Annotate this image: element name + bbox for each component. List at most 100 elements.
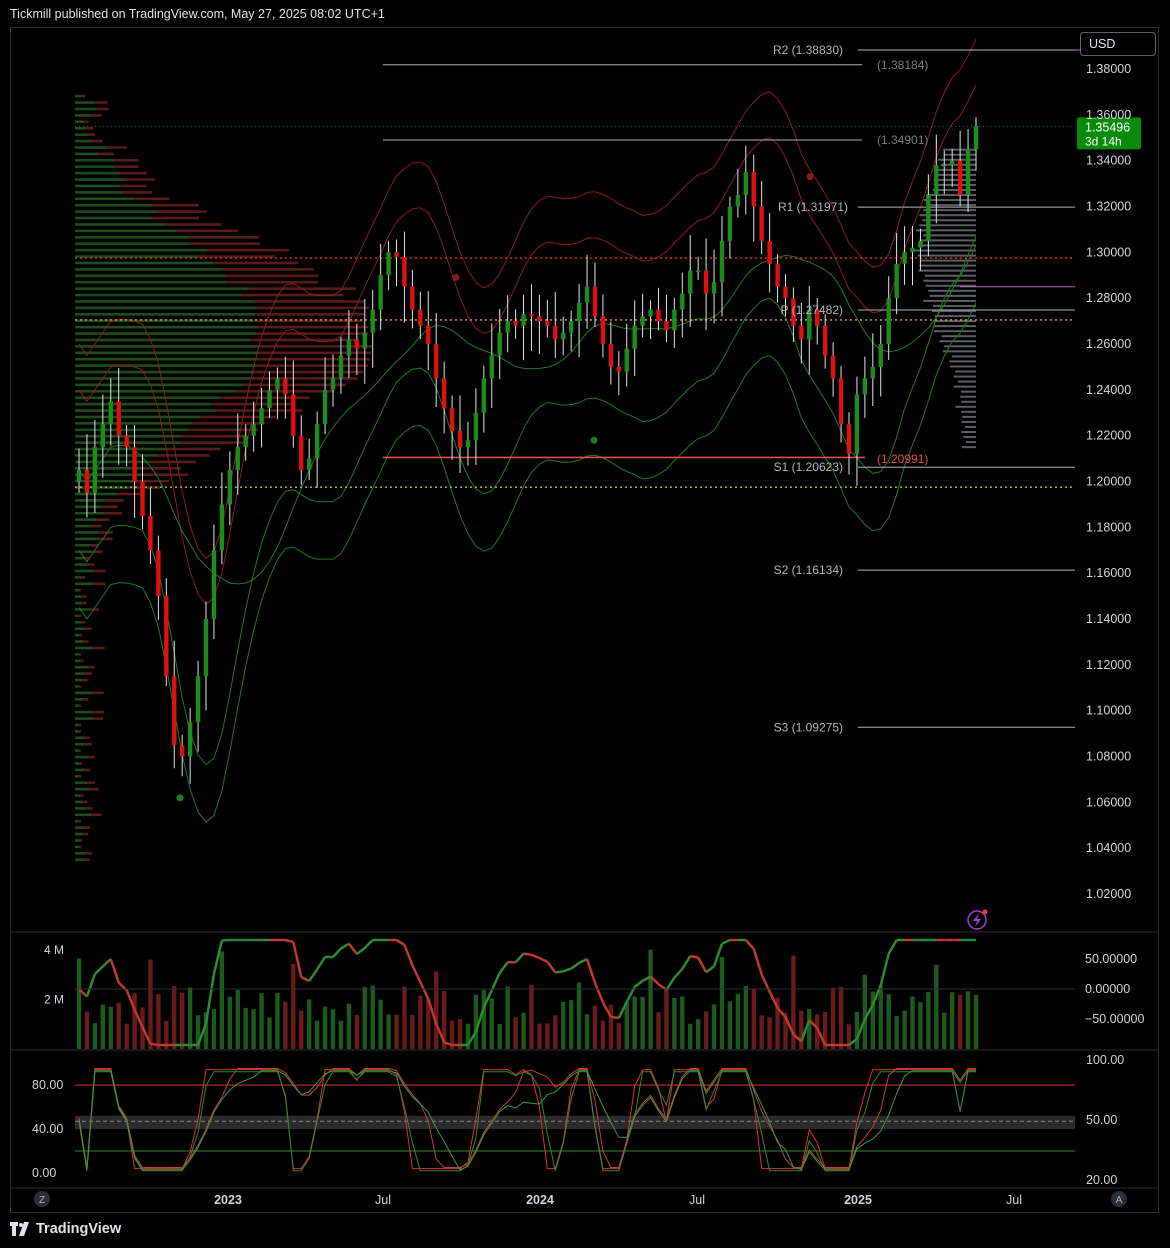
candle-up — [370, 309, 375, 333]
price-tick-label: 1.20000 — [1086, 475, 1131, 489]
profile-bar-up — [75, 499, 106, 502]
profile-bar-up — [75, 730, 79, 733]
pivot-s1-label: S1 (1.20623) — [774, 460, 843, 474]
volume-bar — [100, 1004, 105, 1049]
volume-bar — [568, 1000, 574, 1049]
candle-down — [799, 325, 804, 340]
candle-up — [632, 325, 637, 349]
candle-down — [957, 160, 963, 196]
profile-bar-up — [75, 152, 100, 156]
profile-bar-down — [257, 357, 370, 361]
profile-bar-recent — [953, 375, 976, 378]
pivot-prev-r1-label: (1.34901) — [877, 133, 928, 147]
profile-bar-up — [75, 345, 260, 348]
momentum-line-segment — [578, 957, 588, 965]
profile-bar-down — [92, 717, 104, 720]
profile-bar-down — [216, 409, 303, 412]
profile-bar-down — [78, 614, 81, 618]
volume-bar — [632, 996, 637, 1049]
footer-brand-text: TradingView — [36, 1221, 122, 1237]
profile-bar-up — [75, 640, 84, 643]
candle-down — [394, 252, 399, 257]
momentum-line-segment — [109, 958, 120, 984]
candle-down — [703, 270, 709, 294]
price-tick-label: 1.10000 — [1086, 704, 1131, 718]
volume-bar — [386, 1014, 391, 1049]
currency-selector[interactable]: USD — [1080, 32, 1156, 56]
momentum-line-segment — [705, 965, 715, 974]
volume-bar — [370, 985, 375, 1049]
lower-band-inner — [78, 245, 977, 766]
volume-bar — [553, 1015, 558, 1049]
candle-up — [680, 293, 685, 310]
profile-bar-up — [75, 588, 79, 592]
profile-bar-up — [75, 191, 123, 194]
stoch-right-tick: 100.00 — [1086, 1053, 1124, 1067]
profile-bar-down — [84, 826, 91, 829]
profile-bar-up — [75, 608, 90, 611]
momentum-line-segment — [332, 947, 342, 958]
volume-tick-label: 4 M — [44, 943, 64, 957]
profile-bar-recent — [961, 410, 976, 413]
profile-bar-down — [189, 242, 260, 246]
candle-up — [251, 424, 256, 436]
profile-bar-up — [75, 601, 83, 605]
price-tick-label: 1.26000 — [1086, 337, 1131, 351]
profile-bar-down — [124, 178, 155, 181]
volume-bar — [92, 1023, 98, 1049]
profile-bar-down — [78, 653, 81, 656]
profile-bar-up — [75, 685, 79, 688]
momentum-line-segment — [887, 939, 898, 955]
profile-bar-up — [75, 691, 93, 695]
pivot-prev-r2-label: (1.38184) — [877, 58, 928, 72]
volume-bar — [267, 1017, 272, 1049]
momentum-line-segment — [356, 947, 366, 955]
candle-up — [918, 240, 923, 248]
profile-bar-down — [79, 762, 83, 765]
profile-bar-down — [85, 807, 93, 810]
candle-up — [227, 470, 233, 505]
candle-up — [330, 378, 336, 390]
profile-bar-down — [93, 710, 105, 714]
momentum-line-segment — [697, 956, 708, 973]
momentum-line-segment — [490, 972, 501, 991]
footer-brand[interactable]: TradingView — [10, 1221, 121, 1237]
profile-bar-up — [75, 582, 94, 586]
profile-bar-up — [75, 165, 115, 169]
profile-bar-down — [79, 839, 83, 842]
volume-tick-label: 2 M — [44, 993, 64, 1007]
momentum-line-segment — [690, 954, 699, 959]
profile-bar-recent — [960, 395, 976, 398]
volume-bar — [965, 991, 971, 1049]
profile-bar-recent — [951, 355, 976, 358]
chart-canvas[interactable]: R2 (1.38830) R1 (1.31971) P (1.27482) S1 (1… — [0, 0, 1170, 1248]
volume-bar — [434, 971, 439, 1049]
profile-bar-up — [75, 595, 83, 598]
profile-bar-down — [84, 858, 90, 862]
volume-bar — [799, 1010, 804, 1049]
candle-up — [314, 424, 320, 459]
profile-bar-down — [165, 223, 222, 226]
profile-bar-down — [96, 518, 110, 521]
profile-bar-down — [80, 794, 84, 797]
profile-bar-down — [256, 325, 369, 329]
profile-bar-up — [75, 819, 79, 823]
profile-bar-recent — [913, 249, 976, 252]
profile-bar-up — [75, 698, 84, 701]
volume-bar — [830, 987, 836, 1049]
candle-up — [640, 316, 645, 326]
alert-dot — [982, 909, 988, 915]
candle-down — [775, 263, 780, 287]
signal-dot-red — [806, 173, 814, 181]
volume-bar — [211, 1008, 217, 1049]
profile-bar-down — [93, 582, 106, 586]
profile-bar-up — [75, 325, 257, 329]
candle-up — [973, 126, 979, 150]
volume-bar — [561, 1001, 566, 1049]
price-tick-label: 1.14000 — [1086, 612, 1131, 626]
profile-bar-down — [140, 467, 181, 470]
profile-bar-down — [92, 139, 103, 143]
profile-bar-down — [86, 126, 94, 130]
profile-bar-down — [99, 152, 114, 156]
profile-bar-recent — [957, 380, 976, 383]
